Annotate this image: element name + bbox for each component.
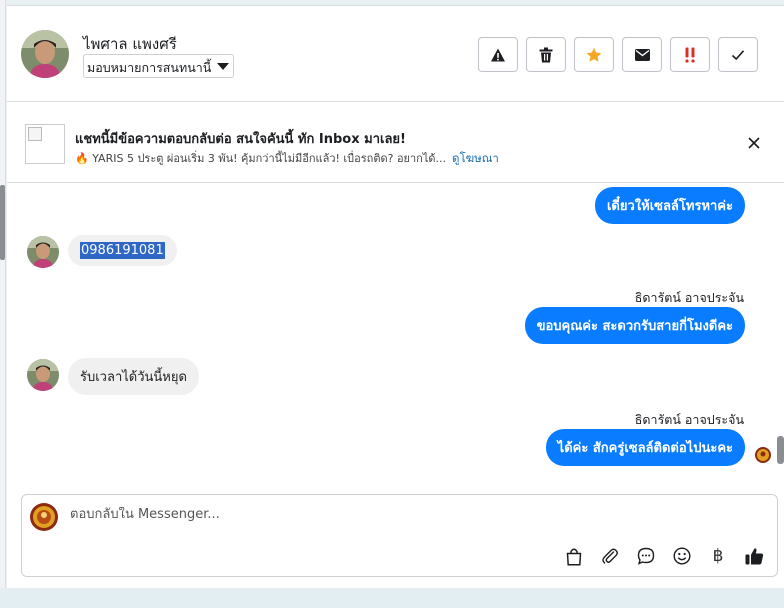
- delete-button[interactable]: [526, 37, 566, 72]
- star-icon: [586, 47, 602, 62]
- baht-icon: ฿: [712, 546, 724, 566]
- selected-phone-number[interactable]: 0986191081: [80, 242, 165, 259]
- read-receipt-avatar: [755, 447, 771, 463]
- message-bubble-outgoing: เดี๋ยวให้เซลล์โทรหาค่ะ: [594, 187, 745, 224]
- contact-avatar[interactable]: [21, 30, 69, 78]
- trash-icon: [539, 47, 553, 62]
- ad-thumbnail[interactable]: [25, 124, 65, 164]
- left-scrollbar-thumb[interactable]: [0, 185, 5, 260]
- left-scrollbar[interactable]: [0, 0, 6, 590]
- shop-button[interactable]: [563, 545, 585, 567]
- contact-avatar-small[interactable]: [27, 236, 59, 268]
- contact-avatar-small[interactable]: [27, 359, 59, 391]
- payment-button[interactable]: ฿: [707, 545, 729, 567]
- message-bubble-outgoing: ขอบคุณค่ะ สะดวกรับสายกี่โมงดีคะ: [524, 307, 745, 344]
- like-button[interactable]: [743, 545, 765, 567]
- page-footer-background: [0, 588, 784, 608]
- thumbs-up-icon: [745, 548, 763, 565]
- broken-image-icon: [28, 127, 42, 141]
- message-bubble-outgoing: ได้ค่ะ สักครู่เซลล์ติดต่อไปนะคะ: [545, 429, 745, 466]
- ad-description: 🔥 YARIS 5 ประตู ผ่อนเริ่ม 3 พัน! คุ้มกว่…: [75, 152, 446, 165]
- conversation-header: ไพศาล แพงศรี มอบหมายการสนทนานี้: [7, 6, 784, 102]
- thread-scrollbar-thumb[interactable]: [777, 436, 784, 464]
- mark-urgent-button[interactable]: [670, 37, 710, 72]
- spam-alert-icon: [491, 48, 505, 61]
- saved-reply-button[interactable]: [635, 545, 657, 567]
- close-banner-button[interactable]: [744, 133, 764, 153]
- header-actions: [478, 37, 758, 72]
- message-bubble-incoming: รับเวลาได้วันนี้หยุด: [68, 358, 199, 395]
- assign-conversation-select[interactable]: มอบหมายการสนทนานี้: [83, 54, 235, 78]
- spam-alert-button[interactable]: [478, 37, 518, 72]
- composer-toolbar: ฿: [563, 545, 765, 567]
- mail-icon: [634, 48, 650, 61]
- mark-unread-button[interactable]: [622, 37, 662, 72]
- chevron-down-icon: [217, 63, 230, 70]
- emoji-button[interactable]: [671, 545, 693, 567]
- assign-label: มอบหมายการสนทนานี้: [87, 60, 212, 75]
- check-icon: [731, 49, 745, 60]
- message-sender-name: ธิดารัตน์ อาจประจัน: [634, 290, 744, 305]
- mark-done-button[interactable]: [718, 37, 758, 72]
- emoji-icon: [673, 547, 691, 565]
- bag-icon: [566, 548, 582, 566]
- contact-name: ไพศาล แพงศรี: [83, 35, 177, 53]
- ad-banner-subtitle: 🔥 YARIS 5 ประตู ผ่อนเริ่ม 3 พัน! คุ้มกว่…: [75, 149, 499, 168]
- reply-input[interactable]: [70, 507, 670, 522]
- conversation-panel: ไพศาล แพงศรี มอบหมายการสนทนานี้ แชทนี้มี…: [7, 5, 784, 588]
- urgent-icon: [685, 47, 695, 63]
- ad-banner-title: แชทนี้มีข้อความตอบกลับต่อ สนใจคันนี้ ทัก…: [75, 132, 406, 147]
- saved-reply-icon: [637, 547, 655, 565]
- view-ad-link[interactable]: ดูโฆษณา: [452, 151, 499, 165]
- paperclip-icon: [602, 548, 618, 564]
- message-sender-name: ธิดารัตน์ อาจประจัน: [634, 412, 744, 427]
- thread-scrollbar[interactable]: [776, 184, 784, 474]
- message-bubble-incoming: 0986191081: [68, 235, 177, 266]
- page-avatar: [30, 503, 58, 531]
- attach-button[interactable]: [599, 545, 621, 567]
- star-button[interactable]: [574, 37, 614, 72]
- ad-reply-banner: แชทนี้มีข้อความตอบกลับต่อ สนใจคันนี้ ทัก…: [7, 103, 784, 183]
- reply-composer: ฿: [21, 494, 778, 577]
- close-icon: [748, 137, 760, 149]
- message-thread[interactable]: เดี๋ยวให้เซลล์โทรหาค่ะ 0986191081 ธิดารั…: [7, 184, 784, 488]
